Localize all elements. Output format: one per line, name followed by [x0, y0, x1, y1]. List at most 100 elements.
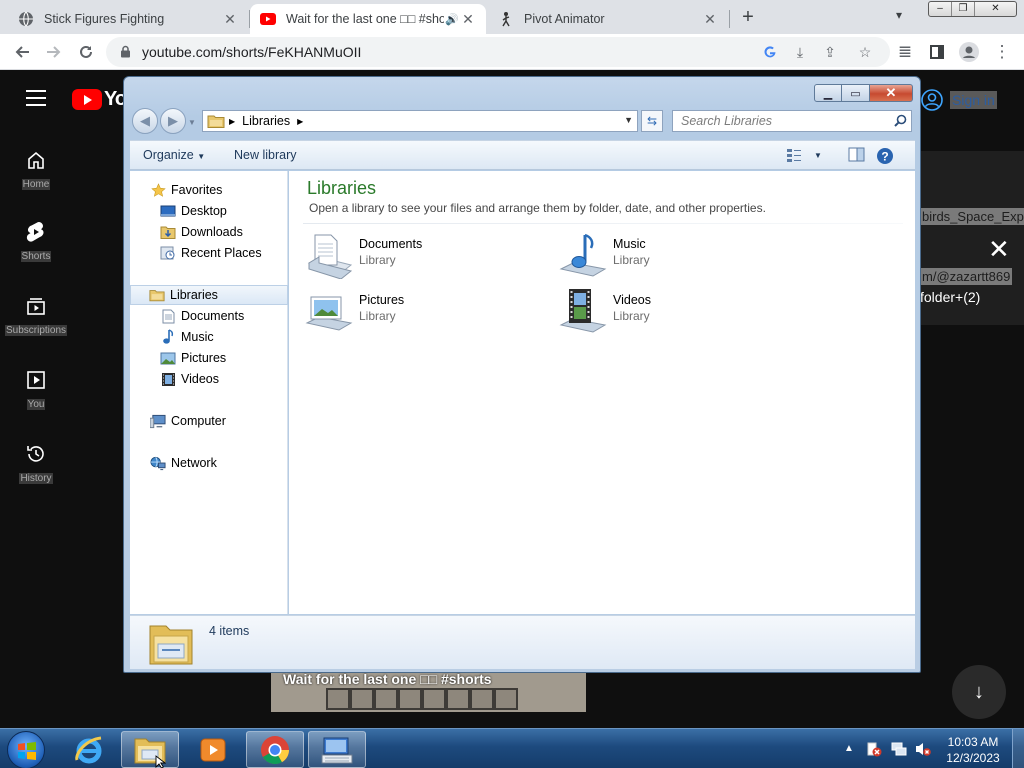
- share-icon[interactable]: ⇪: [820, 42, 840, 62]
- google-lens-icon[interactable]: [760, 42, 780, 62]
- address-history-chevron-icon[interactable]: ▼: [624, 115, 633, 125]
- nav-item-recent-places[interactable]: Recent Places: [130, 243, 288, 263]
- forward-arrow-icon: ▶: [168, 113, 178, 128]
- start-button[interactable]: [7, 731, 45, 768]
- taskbar-internet-explorer[interactable]: [60, 731, 118, 768]
- back-arrow-icon[interactable]: [10, 40, 34, 64]
- network-status-icon[interactable]: [891, 741, 907, 757]
- url-text: youtube.com/shorts/FeKHANMuOII: [142, 44, 362, 60]
- close-icon[interactable]: ✕: [975, 2, 1016, 16]
- breadcrumb-arrow-icon[interactable]: ▶: [229, 117, 235, 126]
- libraries-explorer-window: ▁ ▭ ✕ ◀ ▶ ▼ ▶ Libraries ▶ ▼ ⇆ Search Lib…: [123, 76, 921, 673]
- nav-subscriptions[interactable]: Subscriptions: [0, 295, 72, 336]
- new-tab-button[interactable]: +: [736, 6, 760, 30]
- library-tile-documents[interactable]: Documents Library: [305, 231, 525, 281]
- nav-item-pictures[interactable]: Pictures: [130, 348, 288, 368]
- help-icon: ?: [877, 148, 893, 164]
- nav-computer[interactable]: Computer: [130, 411, 288, 431]
- media-controls-icon[interactable]: ≣: [893, 40, 917, 64]
- library-tile-videos[interactable]: Videos Library: [559, 287, 779, 337]
- browser-menu-icon[interactable]: ⋮: [990, 40, 1014, 64]
- taskbar-windows-explorer[interactable]: [121, 731, 179, 768]
- channel-link[interactable]: m/@zazartt869: [920, 268, 1013, 285]
- close-tab-icon[interactable]: ✕: [222, 11, 238, 28]
- minimize-button[interactable]: ▁: [814, 84, 842, 102]
- search-input[interactable]: Search Libraries: [672, 110, 912, 132]
- taskbar-on-screen-keyboard[interactable]: [308, 731, 366, 768]
- maximize-button[interactable]: ▭: [842, 84, 870, 102]
- nav-item-desktop[interactable]: Desktop: [130, 201, 288, 221]
- arrow-down-icon: ↓: [974, 680, 984, 703]
- you-icon: [25, 369, 47, 391]
- pictures-icon: [160, 350, 176, 366]
- close-button[interactable]: ✕: [870, 84, 913, 102]
- nav-shorts[interactable]: Shorts: [0, 221, 72, 262]
- breadcrumb-arrow-icon[interactable]: ▶: [297, 117, 303, 126]
- taskbar-media-player[interactable]: [184, 731, 242, 768]
- tab-title: Stick Figures Fighting: [44, 12, 165, 26]
- nav-you[interactable]: You: [0, 369, 72, 410]
- new-library-button[interactable]: New library: [234, 148, 297, 162]
- window-caption-buttons: ▁ ▭ ✕: [814, 84, 913, 102]
- close-panel-icon[interactable]: ✕: [988, 236, 1010, 262]
- computer-icon: [150, 413, 166, 429]
- account-circle-icon: [921, 89, 943, 111]
- minimize-icon[interactable]: –: [929, 2, 952, 16]
- volume-muted-icon[interactable]: [915, 741, 931, 757]
- side-panel-icon[interactable]: [925, 40, 949, 64]
- pictures-library-icon: [305, 296, 353, 331]
- tab-pivot-animator[interactable]: Pivot Animator ✕: [488, 4, 728, 34]
- library-tile-music[interactable]: Music Library: [559, 231, 779, 281]
- nav-item-music[interactable]: Music: [130, 327, 288, 347]
- page-title: Libraries: [307, 178, 377, 198]
- nav-item-videos[interactable]: Videos: [130, 369, 288, 389]
- address-bar[interactable]: ▶ Libraries ▶ ▼: [202, 110, 638, 132]
- next-short-button[interactable]: ↓: [952, 665, 1006, 719]
- show-hidden-icons-icon[interactable]: ▲: [844, 743, 854, 754]
- recent-pages-chevron-icon[interactable]: ▼: [188, 118, 196, 127]
- refresh-button[interactable]: ⇆: [641, 110, 663, 132]
- system-clock[interactable]: 10:03 AM 12/3/2023: [940, 734, 1006, 766]
- breadcrumb-libraries[interactable]: Libraries: [242, 114, 290, 128]
- description-link[interactable]: birds_Space_Exp: [920, 208, 1024, 225]
- reload-icon[interactable]: [74, 40, 98, 64]
- forward-button[interactable]: ▶: [160, 108, 186, 134]
- taskbar-chrome[interactable]: [246, 731, 304, 768]
- youtube-logo[interactable]: Yo: [72, 88, 127, 111]
- lock-icon[interactable]: [120, 45, 131, 61]
- tab-search-chevron-icon[interactable]: ▾: [896, 8, 902, 22]
- description-text: folder+(2): [920, 289, 981, 305]
- breadcrumb: ▶ Libraries ▶: [207, 114, 303, 128]
- install-app-icon[interactable]: ⤓: [790, 42, 810, 62]
- nav-history[interactable]: History: [0, 443, 72, 484]
- organize-button[interactable]: Organize ▼: [143, 148, 205, 162]
- audio-playing-icon[interactable]: 🔊: [444, 13, 460, 26]
- nav-favorites[interactable]: Favorites: [130, 180, 288, 200]
- action-center-warning-icon[interactable]: [866, 741, 882, 757]
- search-icon[interactable]: [894, 114, 907, 130]
- nav-item-downloads[interactable]: Downloads: [130, 222, 288, 242]
- tab-stick-figures-fighting[interactable]: Stick Figures Fighting ✕: [8, 4, 248, 34]
- bookmark-star-icon[interactable]: ☆: [855, 42, 875, 62]
- tab-youtube-short[interactable]: Wait for the last one □□ #shorts 🔊 ✕: [250, 4, 486, 34]
- profile-avatar-icon[interactable]: [957, 40, 981, 64]
- close-tab-icon[interactable]: ✕: [702, 11, 718, 28]
- nav-libraries[interactable]: Libraries: [130, 285, 288, 305]
- address-bar[interactable]: youtube.com/shorts/FeKHANMuOII ⤓ ⇪ ☆: [106, 37, 890, 67]
- sign-in-button[interactable]: Sign in: [920, 87, 1020, 113]
- nav-home[interactable]: Home: [0, 149, 72, 190]
- restore-icon[interactable]: ❐: [952, 2, 975, 16]
- forward-arrow-icon[interactable]: [42, 40, 66, 64]
- close-tab-icon[interactable]: ✕: [460, 11, 476, 28]
- change-view-button[interactable]: ▼: [786, 147, 822, 163]
- videos-icon: [160, 371, 176, 387]
- back-button[interactable]: ◀: [132, 108, 158, 134]
- hamburger-menu-icon[interactable]: [26, 90, 46, 106]
- help-button[interactable]: ?: [876, 147, 894, 165]
- nav-item-documents[interactable]: Documents: [130, 306, 288, 326]
- nav-network[interactable]: Network: [130, 453, 288, 473]
- show-desktop-button[interactable]: [1012, 729, 1024, 768]
- preview-pane-button[interactable]: [848, 147, 865, 162]
- home-icon: [25, 149, 47, 171]
- library-tile-pictures[interactable]: Pictures Library: [305, 287, 525, 337]
